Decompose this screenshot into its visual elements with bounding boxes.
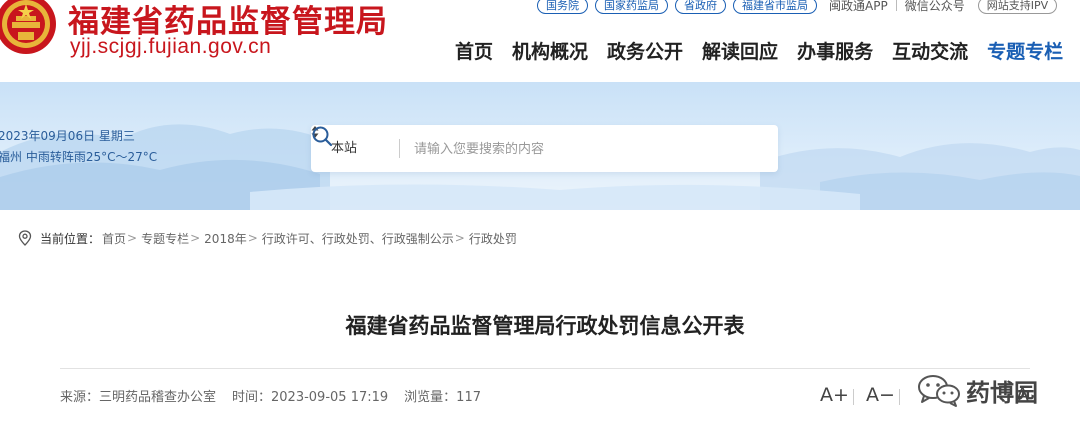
- breadcrumb-separator: >: [247, 231, 258, 245]
- nav-item-gov-affairs[interactable]: 政务公开: [607, 38, 683, 66]
- search-icon[interactable]: [311, 125, 333, 147]
- breadcrumb-home[interactable]: 首页: [102, 230, 126, 247]
- site-header: 福建省药品监督管理局 yjj.scjgj.fujian.gov.cn 国务院 国…: [0, 0, 1080, 82]
- date-line: 2023年09月06日 星期三: [0, 129, 135, 143]
- search-scope-select[interactable]: 本站: [331, 125, 357, 172]
- article-time: 时间：2023-09-05 17:19: [232, 390, 389, 405]
- wechat-icon: [918, 375, 960, 407]
- breadcrumb-penalty[interactable]: 行政处罚: [469, 230, 517, 247]
- date-weather: 2023年09月06日 星期三 福州 中雨转阵雨25°C～27°C: [0, 126, 157, 168]
- weather-line: 福州 中雨转阵雨25°C～27°C: [0, 150, 158, 164]
- top-link-mztapp[interactable]: 闽政通APP: [824, 0, 893, 14]
- location-pin-icon: [18, 230, 32, 246]
- nav-item-interaction[interactable]: 互动交流: [892, 38, 968, 66]
- search-divider: [399, 139, 400, 158]
- nav-item-home[interactable]: 首页: [455, 38, 493, 66]
- top-link-market-supervision[interactable]: 福建省市监局: [733, 0, 817, 14]
- breadcrumb-separator: >: [454, 231, 465, 245]
- wechat-watermark: 药博园: [916, 372, 1038, 408]
- nav-item-interpretation[interactable]: 解读回应: [702, 38, 778, 66]
- breadcrumb: 当前位置： 首页 > 专题专栏 > 2018年 > 行政许可、行政处罚、行政强制公示 >…: [18, 228, 517, 248]
- breadcrumb-publicity[interactable]: 行政许可、行政处罚、行政强制公示: [262, 230, 454, 247]
- font-decrease-button[interactable]: A−: [866, 384, 895, 406]
- nav-item-topics[interactable]: 专题专栏: [987, 38, 1063, 66]
- article-meta: 来源：三明药品稽查办公室 时间：2023-09-05 17:19 浏览量：117: [60, 386, 497, 405]
- top-link-wechat[interactable]: 微信公众号: [900, 0, 970, 14]
- top-link-state-council[interactable]: 国务院: [537, 0, 588, 14]
- national-emblem-icon: [0, 0, 56, 54]
- main-nav: 首页 机构概况 政务公开 解读回应 办事服务 互动交流 专题专栏: [455, 38, 1080, 66]
- top-link-nmpa[interactable]: 国家药监局: [595, 0, 668, 14]
- breadcrumb-separator: >: [190, 231, 201, 245]
- breadcrumb-label: 当前位置：: [40, 231, 101, 246]
- article-source: 来源：三明药品稽查办公室: [60, 390, 217, 405]
- title-divider: [60, 368, 1030, 369]
- top-link-divider: [895, 0, 897, 11]
- banner: 2023年09月06日 星期三 福州 中雨转阵雨25°C～27°C 本站: [0, 82, 1080, 210]
- watermark-text: 药博园: [966, 377, 1038, 407]
- breadcrumb-separator: >: [127, 231, 138, 245]
- nav-item-services[interactable]: 办事服务: [797, 38, 873, 66]
- font-control-divider: [853, 389, 854, 405]
- ipv6-support-button[interactable]: 网站支持IPV: [977, 0, 1058, 14]
- font-increase-button[interactable]: A+: [820, 384, 849, 406]
- font-control-divider: [899, 389, 900, 405]
- breadcrumb-year[interactable]: 2018年: [204, 230, 247, 247]
- search-box: 本站: [311, 125, 778, 172]
- nav-item-about[interactable]: 机构概况: [512, 38, 588, 66]
- article-views: 浏览量：117: [404, 390, 481, 405]
- breadcrumb-topics[interactable]: 专题专栏: [141, 230, 189, 247]
- top-link-province-gov[interactable]: 省政府: [675, 0, 726, 14]
- page-title: 福建省药品监督管理局行政处罚信息公开表: [345, 314, 745, 338]
- search-input[interactable]: [414, 137, 724, 161]
- top-links-bar: 国务院 国家药监局 省政府 福建省市监局 闽政通APP 微信公众号 网站支持IP…: [537, 0, 1058, 14]
- site-url[interactable]: yjj.scjgj.fujian.gov.cn: [70, 35, 271, 59]
